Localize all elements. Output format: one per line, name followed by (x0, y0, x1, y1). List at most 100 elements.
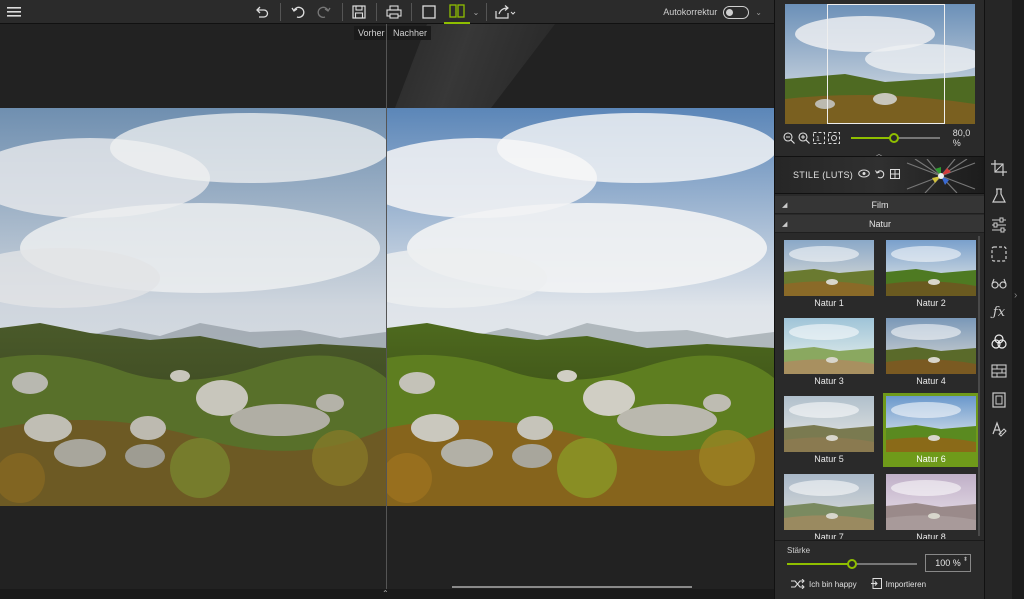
autokorrektur-control: Autokorrektur ⌄ (663, 0, 762, 24)
horizontal-scrollbar[interactable] (452, 586, 692, 588)
style-tile-label: Natur 3 (814, 376, 844, 386)
style-preview (784, 240, 874, 296)
sliders-icon[interactable] (991, 217, 1007, 233)
redo-icon[interactable] (314, 0, 334, 24)
after-photo (387, 108, 774, 506)
chevron-down-icon[interactable]: ⌄ (755, 8, 762, 17)
style-grid: Natur 1 Natur 2 Natur 3 Natur 4 Natur 5 Natur… (775, 234, 985, 539)
style-tile[interactable]: Natur 5 (781, 393, 877, 467)
actual-size-icon[interactable]: 1 (813, 132, 825, 144)
style-tile[interactable]: Natur 2 (883, 237, 979, 311)
image-canvas[interactable]: Vorher Nachher (0, 24, 774, 589)
share-icon[interactable] (493, 0, 519, 24)
style-tile-label: Natur 4 (916, 376, 946, 386)
split-divider[interactable] (386, 24, 387, 589)
expand-icon: ◢ (782, 202, 788, 209)
grid-view-icon[interactable] (890, 168, 901, 182)
zoom-controls: 1 80,0 % (783, 128, 979, 148)
right-panel: 1 80,0 % ︿ STILE (LUTS) ◢ Film ◢ Natur N… (774, 0, 985, 599)
styles-header: STILE (LUTS) (775, 156, 985, 194)
style-preview (784, 396, 874, 452)
style-tile[interactable]: Natur 3 (781, 315, 877, 389)
eye-icon[interactable] (858, 169, 870, 181)
flask-icon[interactable] (991, 188, 1007, 204)
chevron-down-icon[interactable]: ⌄ (471, 0, 481, 24)
fit-to-screen-icon[interactable] (828, 132, 840, 144)
chevron-right-icon[interactable]: › (1014, 290, 1017, 301)
autokorrektur-toggle[interactable] (723, 5, 750, 19)
toolbar: ⌄ Autokorrektur ⌄ (0, 0, 774, 24)
style-tile-label: Natur 7 (814, 532, 844, 539)
happy-button[interactable]: Ich bin happy (791, 578, 857, 591)
svg-text:1: 1 (816, 136, 820, 143)
selection-icon[interactable] (991, 246, 1007, 262)
fx-icon[interactable]: ƒx (991, 304, 1007, 320)
style-tile-label: Natur 2 (916, 298, 946, 308)
spinner-icon[interactable]: ⬍ (963, 556, 968, 563)
group-label: Natur (868, 218, 891, 229)
undo-all-icon[interactable] (252, 0, 272, 24)
zoom-slider-handle[interactable] (888, 133, 899, 143)
style-tile-label: Natur 6 (916, 454, 946, 464)
save-icon[interactable] (349, 0, 369, 24)
style-preview (886, 318, 976, 374)
before-photo (0, 108, 386, 506)
shuffle-icon (791, 578, 805, 591)
strength-value: 100 % (935, 558, 961, 568)
glasses-icon[interactable] (991, 275, 1007, 291)
import-button[interactable]: Importieren (870, 578, 927, 591)
import-label: Importieren (885, 580, 927, 589)
strength-label: Stärke (787, 546, 811, 555)
split-view-icon[interactable] (444, 0, 470, 24)
reset-icon[interactable] (875, 169, 885, 182)
group-label: Film (871, 199, 889, 210)
style-preview (886, 396, 976, 452)
style-preview (784, 318, 874, 374)
color-circles-icon[interactable] (991, 334, 1007, 350)
style-tile-label: Natur 5 (814, 454, 844, 464)
style-tile-label: Natur 1 (814, 298, 844, 308)
style-tile[interactable]: Natur 7 (781, 471, 877, 539)
autokorrektur-label: Autokorrektur (663, 7, 718, 17)
navigator-thumbnail[interactable] (785, 4, 975, 124)
texture-icon[interactable] (991, 363, 1007, 379)
status-bar: ⌃ (0, 589, 774, 599)
group-film[interactable]: ◢ Film (775, 196, 985, 214)
text-icon[interactable] (991, 421, 1007, 437)
style-tile[interactable]: Natur 4 (883, 315, 979, 389)
after-label: Nachher (389, 26, 432, 40)
print-icon[interactable] (384, 0, 404, 24)
panel-edge: › (1012, 0, 1024, 599)
chevron-up-icon[interactable]: ⌃ (382, 589, 389, 598)
action-row: Ich bin happy Importieren (791, 578, 926, 591)
style-tile-label: Natur 8 (916, 532, 946, 539)
single-view-icon[interactable] (418, 0, 440, 24)
frame-icon[interactable] (991, 392, 1007, 408)
strength-slider-handle[interactable] (847, 559, 857, 569)
styles-title: STILE (LUTS) (793, 170, 854, 180)
color-wheel-icon (906, 159, 976, 193)
collapse-icon: ◢ (782, 221, 788, 228)
undo-icon[interactable] (288, 0, 308, 24)
style-preview (886, 240, 976, 296)
style-tile[interactable]: Natur 8 (883, 471, 979, 539)
crop-icon[interactable] (991, 160, 1007, 176)
style-preview (886, 474, 976, 530)
style-tile[interactable]: Natur 6 (883, 393, 979, 467)
zoom-slider[interactable] (851, 133, 940, 143)
zoom-in-icon[interactable] (798, 132, 810, 144)
strength-panel: Stärke 100 % ⬍ Ich bin happy Importieren (775, 540, 985, 599)
happy-label: Ich bin happy (809, 580, 857, 589)
strength-slider[interactable] (787, 559, 917, 569)
tool-rail: ƒx (984, 0, 1014, 599)
style-tile[interactable]: Natur 1 (781, 237, 877, 311)
vertical-scrollbar[interactable] (978, 236, 980, 536)
group-natur[interactable]: ◢ Natur (775, 215, 985, 233)
import-icon (870, 578, 882, 591)
zoom-out-icon[interactable] (783, 132, 795, 144)
style-preview (784, 474, 874, 530)
navigator-viewport[interactable] (827, 4, 945, 124)
before-label: Vorher (354, 26, 389, 40)
strength-value-field[interactable]: 100 % ⬍ (925, 554, 971, 572)
hamburger-icon[interactable] (4, 0, 24, 24)
